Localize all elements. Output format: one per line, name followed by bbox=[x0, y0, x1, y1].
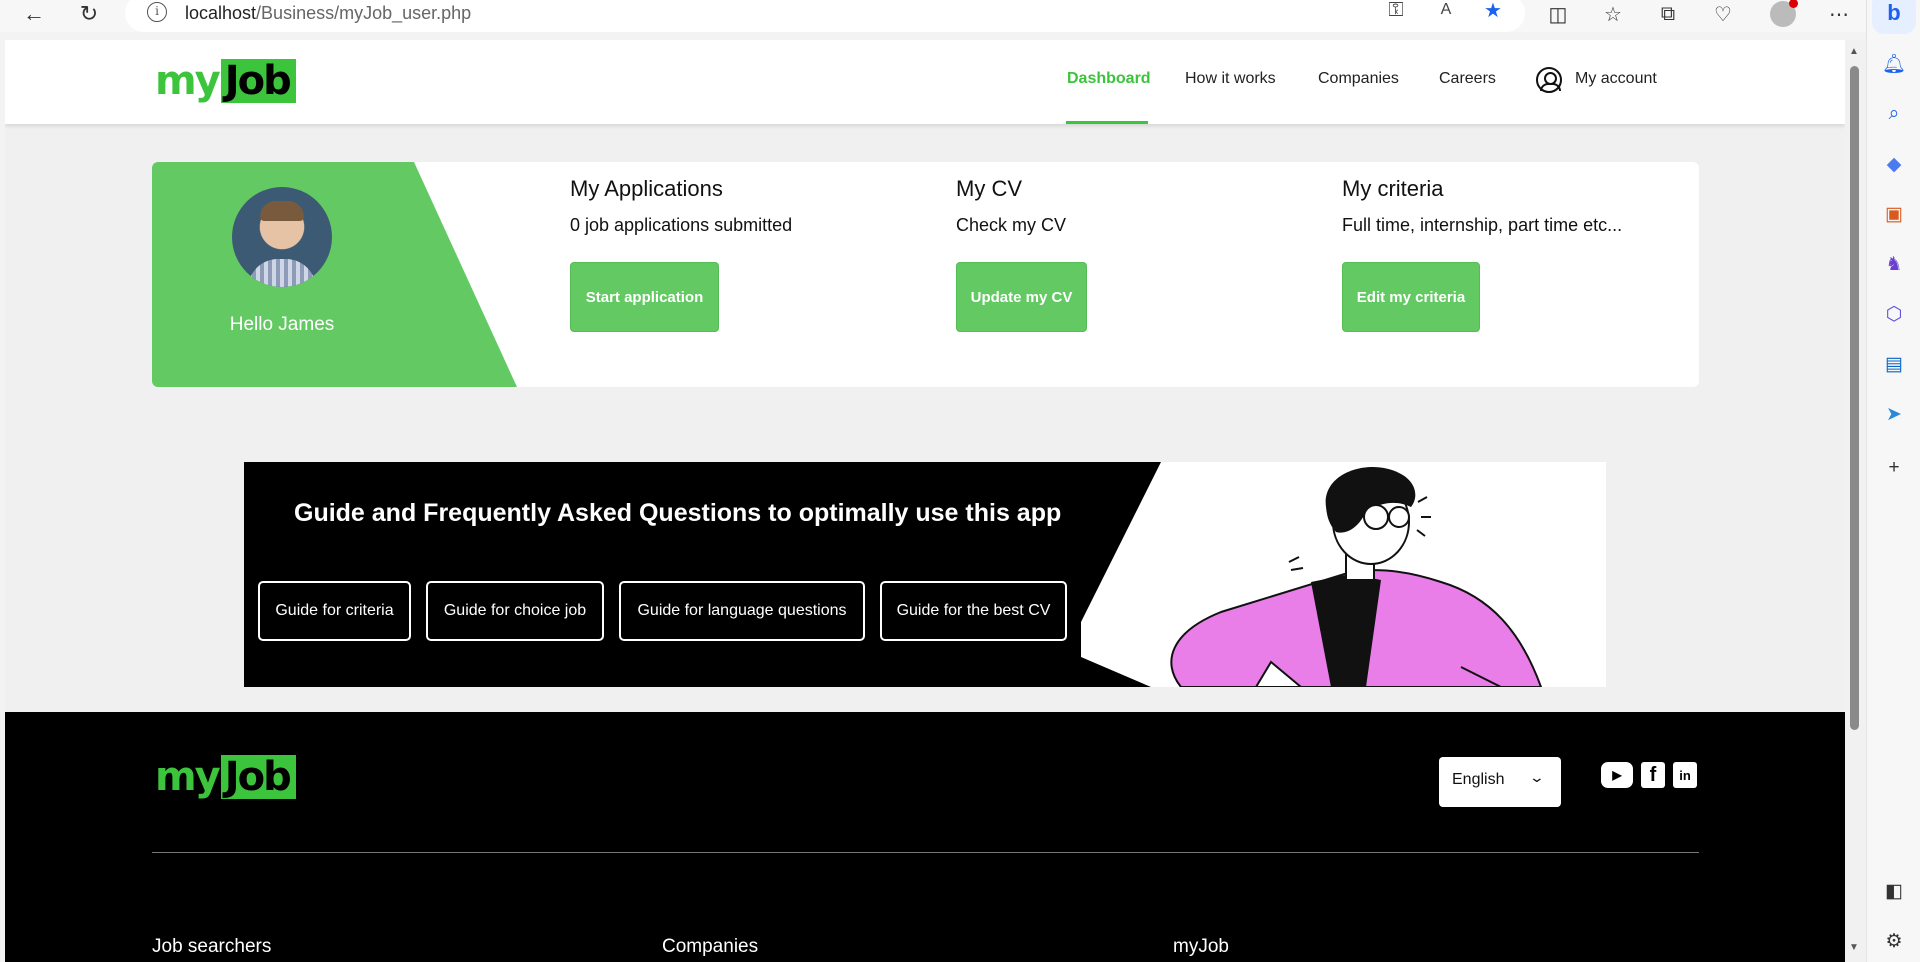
more-menu-icon[interactable]: ⋯ bbox=[1824, 0, 1854, 28]
nav-companies[interactable]: Companies bbox=[1318, 70, 1399, 88]
key-icon[interactable]: ⚿ bbox=[1382, 0, 1410, 22]
language-value: English bbox=[1452, 771, 1505, 788]
shopping-tag-icon[interactable]: ◆ bbox=[1880, 150, 1908, 178]
bell-icon[interactable]: 🔔︎ bbox=[1880, 50, 1908, 78]
site-footer: my Job English ⌄ ▶ f in Job searchers Com… bbox=[5, 712, 1845, 962]
greeting: Hello James bbox=[229, 314, 335, 335]
language-select[interactable]: English ⌄ bbox=[1439, 757, 1561, 807]
criteria-subtitle: Full time, internship, part time etc... bbox=[1342, 215, 1623, 235]
send-icon[interactable]: ➤ bbox=[1880, 400, 1908, 428]
url-text: localhost/Business/myJob_user.php bbox=[185, 3, 471, 24]
address-bar[interactable]: i localhost/Business/myJob_user.php ⚿ A … bbox=[125, 0, 1525, 32]
guide-choice-job-button[interactable]: Guide for choice job bbox=[426, 581, 604, 641]
update-cv-button[interactable]: Update my CV bbox=[956, 262, 1087, 332]
collections-icon[interactable]: ⧉ bbox=[1653, 0, 1683, 28]
footer-col-myjob: myJob bbox=[1173, 936, 1229, 957]
edit-criteria-button[interactable]: Edit my criteria bbox=[1342, 262, 1480, 332]
chevron-down-icon: ⌄ bbox=[1528, 769, 1546, 785]
nav-active-underline bbox=[1066, 121, 1148, 124]
thinking-person-illustration bbox=[1170, 466, 1543, 687]
guide-criteria-button[interactable]: Guide for criteria bbox=[258, 581, 411, 641]
outlook-icon[interactable]: ▤ bbox=[1880, 350, 1908, 378]
split-screen-icon[interactable]: ◫ bbox=[1543, 0, 1573, 28]
games-icon[interactable]: ♞ bbox=[1880, 250, 1908, 278]
illustration-panel bbox=[1081, 462, 1606, 687]
add-icon[interactable]: + bbox=[1880, 454, 1908, 482]
office-icon[interactable]: ⬡ bbox=[1880, 300, 1908, 328]
logo-my: my bbox=[155, 58, 221, 104]
linkedin-icon[interactable]: in bbox=[1673, 762, 1697, 788]
scroll-up-arrow-icon[interactable]: ▲ bbox=[1849, 46, 1859, 57]
criteria-title: My criteria bbox=[1342, 176, 1444, 201]
footer-col-companies: Companies bbox=[662, 936, 759, 957]
faq-title: Guide and Frequently Asked Questions to … bbox=[294, 499, 1062, 527]
avatar bbox=[232, 187, 332, 287]
browser-toolbar: ← ↻ i localhost/Business/myJob_user.php … bbox=[0, 0, 1920, 32]
page-scrollbar[interactable]: ▲ ▼ bbox=[1845, 40, 1865, 962]
site-header: my Job Dashboard How it works Companies C… bbox=[5, 40, 1845, 124]
start-application-button[interactable]: Start application bbox=[570, 262, 719, 332]
applications-subtitle: 0 job applications submitted bbox=[570, 215, 793, 235]
back-arrow-icon[interactable]: ← bbox=[20, 0, 48, 28]
refresh-icon[interactable]: ↻ bbox=[75, 0, 103, 28]
info-icon[interactable]: i bbox=[147, 2, 167, 22]
footer-col-job-searchers: Job searchers bbox=[152, 936, 272, 957]
scroll-down-arrow-icon[interactable]: ▼ bbox=[1849, 942, 1859, 953]
scrollbar-thumb[interactable] bbox=[1850, 66, 1859, 730]
copilot-icon[interactable]: b bbox=[1872, 0, 1916, 34]
favorite-star-icon[interactable]: ★ bbox=[1479, 0, 1507, 22]
logo-job: Job bbox=[220, 59, 296, 103]
url-path: /Business/myJob_user.php bbox=[256, 3, 472, 23]
nav-how-it-works[interactable]: How it works bbox=[1185, 70, 1276, 88]
nav-dashboard[interactable]: Dashboard bbox=[1067, 70, 1151, 88]
footer-logo-job: Job bbox=[220, 755, 296, 799]
cv-subtitle: Check my CV bbox=[956, 215, 1067, 235]
sidebar-toggle-icon[interactable]: ◧ bbox=[1880, 877, 1908, 905]
url-host: localhost bbox=[185, 3, 257, 23]
tools-icon[interactable]: ▣ bbox=[1880, 200, 1908, 228]
nav-careers[interactable]: Careers bbox=[1439, 70, 1496, 88]
nav-my-account[interactable]: My account bbox=[1575, 70, 1657, 88]
youtube-icon[interactable]: ▶ bbox=[1601, 762, 1633, 788]
cv-title: My CV bbox=[956, 176, 1022, 201]
dashboard-card: Hello James My Applications 0 job applic… bbox=[152, 162, 1699, 387]
footer-logo[interactable]: my Job bbox=[155, 754, 296, 800]
facebook-icon[interactable]: f bbox=[1641, 762, 1665, 788]
applications-title: My Applications bbox=[570, 176, 723, 201]
favorites-icon[interactable]: ☆ bbox=[1598, 0, 1628, 28]
faq-banner: Guide and Frequently Asked Questions to … bbox=[244, 462, 1606, 687]
profile-panel: Hello James bbox=[152, 162, 517, 387]
footer-logo-my: my bbox=[155, 754, 221, 800]
user-circle-icon[interactable] bbox=[1536, 67, 1562, 93]
header-logo[interactable]: my Job bbox=[155, 58, 296, 104]
settings-gear-icon[interactable]: ⚙ bbox=[1880, 927, 1908, 955]
search-icon[interactable]: ⌕ bbox=[1880, 100, 1908, 128]
footer-divider bbox=[152, 852, 1699, 853]
guide-language-button[interactable]: Guide for language questions bbox=[619, 581, 865, 641]
page-viewport: my Job Dashboard How it works Companies C… bbox=[5, 40, 1845, 962]
browser-essentials-icon[interactable]: ♡ bbox=[1708, 0, 1738, 28]
guide-best-cv-button[interactable]: Guide for the best CV bbox=[880, 581, 1067, 641]
edge-sidebar: b 🔔︎ ⌕ ◆ ▣ ♞ ⬡ ▤ ➤ + ◧ ⚙ bbox=[1866, 0, 1920, 962]
read-aloud-icon[interactable]: A bbox=[1432, 0, 1460, 22]
profile-icon[interactable] bbox=[1768, 0, 1798, 28]
